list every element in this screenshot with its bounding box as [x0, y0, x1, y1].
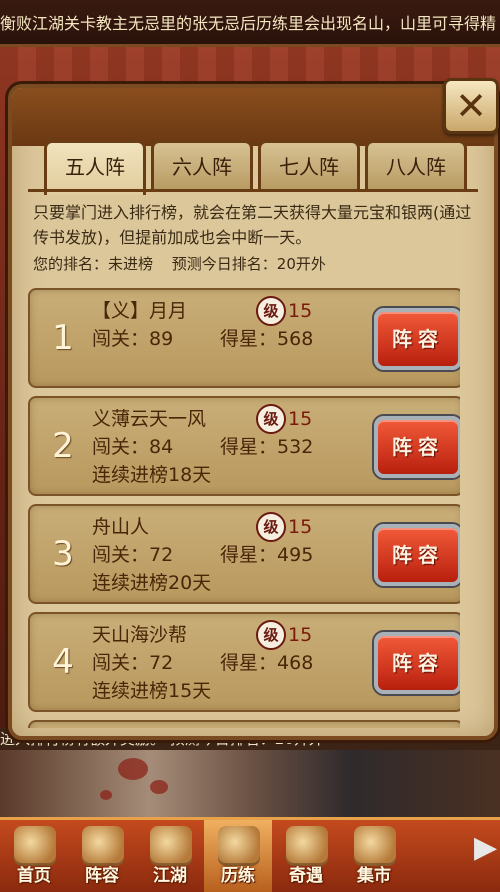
nav-label: 江湖: [153, 866, 187, 886]
tab-seven-person[interactable]: 七人阵: [258, 140, 360, 191]
streak-text: 连续进榜15天: [92, 680, 212, 702]
top-banner: 衡败江湖关卡教主无忌里的张无忌后历练里会出现名山，山里可寻得精: [0, 0, 500, 47]
streak-text: 连续进榜18天: [92, 464, 212, 486]
nav-lineup[interactable]: 阵容: [68, 820, 136, 892]
ranking-row: 2 义薄云天一风 级 15 闯关：84 得星：532 连续进榜18天 阵容: [28, 396, 460, 496]
level-icon: 级: [256, 512, 286, 542]
streak-text: 连续进榜20天: [92, 572, 212, 594]
stars-earned: 得星：495: [220, 542, 313, 568]
encounter-icon: [286, 826, 328, 866]
view-lineup-button[interactable]: 阵容: [374, 308, 460, 370]
jianghu-icon: [150, 826, 192, 866]
panel-header: [12, 88, 494, 146]
ranking-row: 3 舟山人 级 15 闯关：72 得星：495 连续进榜20天 阵容: [28, 504, 460, 604]
level-icon: 级: [256, 404, 286, 434]
rank-number: 1: [52, 318, 74, 358]
rank-number: 3: [52, 534, 74, 574]
stars-earned: 得星：532: [220, 434, 313, 460]
star-value: 532: [277, 436, 314, 458]
lineup-icon: [82, 826, 124, 866]
ranking-list[interactable]: 1 【义】月月 级 15 闯关：89 得星：568 阵容 2 义薄云天一风 级 …: [28, 288, 460, 728]
nav-encounter[interactable]: 奇遇: [272, 820, 340, 892]
level-icon: 级: [256, 620, 286, 650]
background-artwork: [0, 750, 500, 817]
player-name: 【义】月月: [92, 300, 188, 322]
ranking-row: 4 天山海沙帮 级 15 闯关：72 得星：468 连续进榜15天 阵容: [28, 612, 460, 712]
stages-passed: 闯关：72: [92, 650, 173, 676]
player-name: 舟山人: [92, 516, 150, 538]
player-level: 15: [288, 516, 313, 538]
pass-value: 89: [149, 328, 174, 350]
star-value: 568: [277, 328, 314, 350]
nav-home[interactable]: 首页: [0, 820, 68, 892]
rank-number: 2: [52, 426, 74, 466]
tab-five-person[interactable]: 五人阵: [44, 140, 146, 195]
nav-label: 奇遇: [289, 866, 323, 886]
level-icon: 级: [256, 296, 286, 326]
player-level: 15: [288, 624, 313, 646]
pass-label: 闯关：: [92, 652, 150, 674]
view-lineup-button[interactable]: 阵容: [374, 632, 460, 694]
tab-six-person[interactable]: 六人阵: [151, 140, 253, 191]
ranking-row: 1 【义】月月 级 15 闯关：89 得星：568 阵容: [28, 288, 460, 388]
nav-label: 历练: [221, 866, 255, 886]
ranking-intro-text: 只要掌门进入排行榜，就会在第二天获得大量元宝和银两(通过传书发放)，但提前加成也…: [33, 203, 472, 247]
rank-number: 4: [52, 642, 74, 682]
training-icon: [218, 826, 260, 866]
pass-label: 闯关：: [92, 544, 150, 566]
stars-earned: 得星：568: [220, 326, 313, 352]
market-icon: [354, 826, 396, 866]
tab-divider: [28, 189, 478, 192]
pass-label: 闯关：: [92, 436, 150, 458]
bottom-navigation: 首页 阵容 江湖 历练 奇遇 集市: [0, 817, 500, 892]
nav-market[interactable]: 集市: [340, 820, 408, 892]
nav-label: 集市: [357, 866, 391, 886]
nav-training[interactable]: 历练: [204, 820, 272, 892]
pass-value: 72: [149, 652, 174, 674]
my-rank: 您的排名：未进榜: [33, 255, 154, 273]
scrolling-notice: 衡败江湖关卡教主无忌里的张无忌后历练里会出现名山，山里可寻得精: [0, 14, 497, 33]
stages-passed: 闯关：84: [92, 434, 173, 460]
stages-passed: 闯关：72: [92, 542, 173, 568]
home-icon: [14, 826, 56, 866]
pass-label: 闯关：: [92, 328, 150, 350]
nav-jianghu[interactable]: 江湖: [136, 820, 204, 892]
player-level: 15: [288, 408, 313, 430]
view-lineup-button[interactable]: 阵容: [374, 416, 460, 478]
formation-tabs: 五人阵 六人阵 七人阵 八人阵: [44, 140, 467, 195]
nav-label: 首页: [17, 866, 51, 886]
star-label: 得星：: [220, 436, 278, 458]
star-label: 得星：: [220, 652, 278, 674]
close-button[interactable]: ✕: [443, 78, 499, 134]
view-lineup-button[interactable]: 阵容: [374, 524, 460, 586]
player-name: 天山海沙帮: [92, 624, 188, 646]
star-value: 468: [277, 652, 314, 674]
stages-passed: 闯关：89: [92, 326, 173, 352]
ranking-row: [28, 720, 460, 728]
star-label: 得星：: [220, 328, 278, 350]
star-label: 得星：: [220, 544, 278, 566]
star-value: 495: [277, 544, 314, 566]
predicted-rank: 预测今日排名：20开外: [171, 255, 326, 273]
nav-label: 阵容: [85, 866, 119, 886]
my-rank-line: 您的排名：未进榜 预测今日排名：20开外: [33, 252, 473, 276]
player-name: 义薄云天一风: [92, 408, 207, 430]
nav-more-arrow-icon[interactable]: ▶: [474, 828, 497, 868]
pass-value: 72: [149, 544, 174, 566]
tab-eight-person[interactable]: 八人阵: [365, 140, 467, 191]
player-level: 15: [288, 300, 313, 322]
pass-value: 84: [149, 436, 174, 458]
stars-earned: 得星：468: [220, 650, 313, 676]
